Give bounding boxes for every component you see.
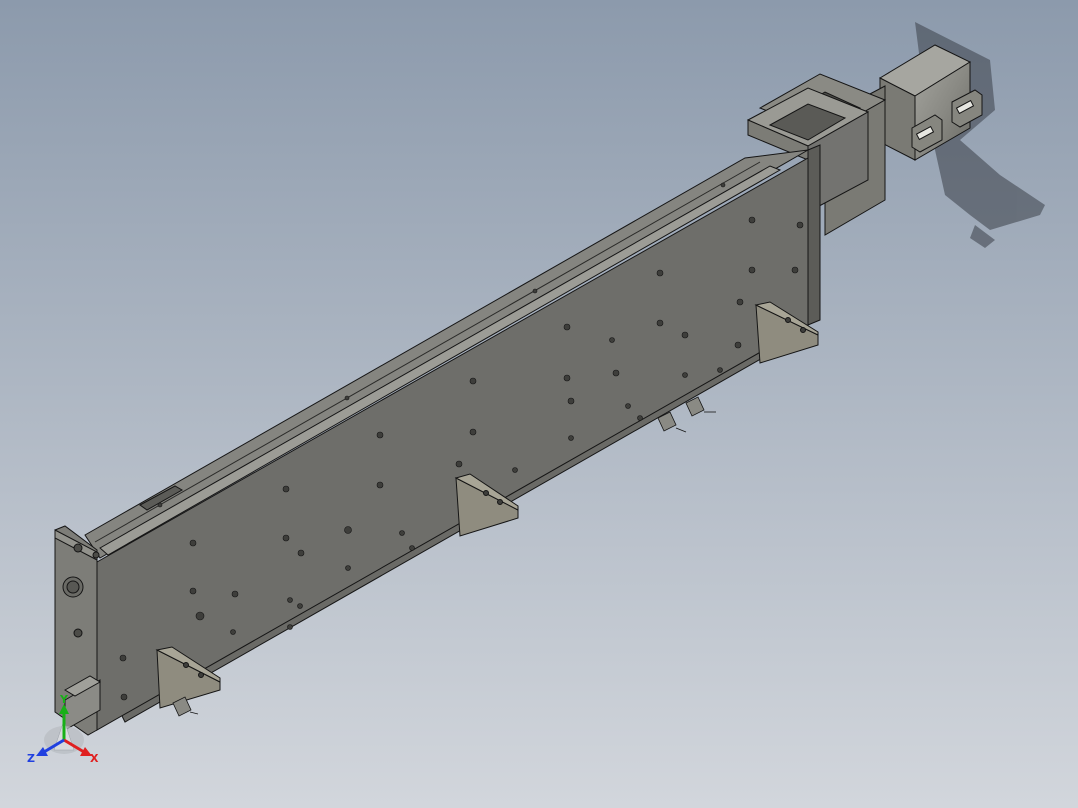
y-axis-label: Y: [59, 693, 69, 706]
x-axis-label: X: [90, 752, 99, 765]
view-orientation-triad[interactable]: Y X Z: [22, 690, 112, 770]
model-scene[interactable]: [0, 0, 1078, 808]
beam-end-face: [807, 144, 821, 326]
z-axis-label: Z: [27, 752, 35, 765]
cad-3d-viewport[interactable]: Y X Z: [0, 0, 1078, 808]
